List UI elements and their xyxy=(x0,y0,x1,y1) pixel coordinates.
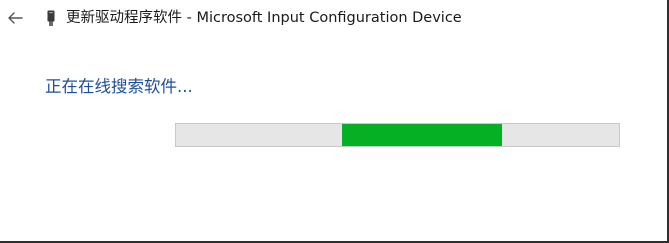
device-icon xyxy=(46,10,56,27)
titlebar: 更新驱动程序软件 - Microsoft Input Configuration… xyxy=(0,0,667,36)
arrow-left-icon xyxy=(8,12,23,24)
progress-bar xyxy=(175,123,620,147)
progress-bar-fill xyxy=(342,124,502,146)
driver-update-window: 更新驱动程序软件 - Microsoft Input Configuration… xyxy=(0,0,669,243)
window-title: 更新驱动程序软件 - Microsoft Input Configuration… xyxy=(66,10,462,26)
status-message: 正在在线搜索软件... xyxy=(45,77,193,96)
back-button[interactable] xyxy=(6,9,24,27)
